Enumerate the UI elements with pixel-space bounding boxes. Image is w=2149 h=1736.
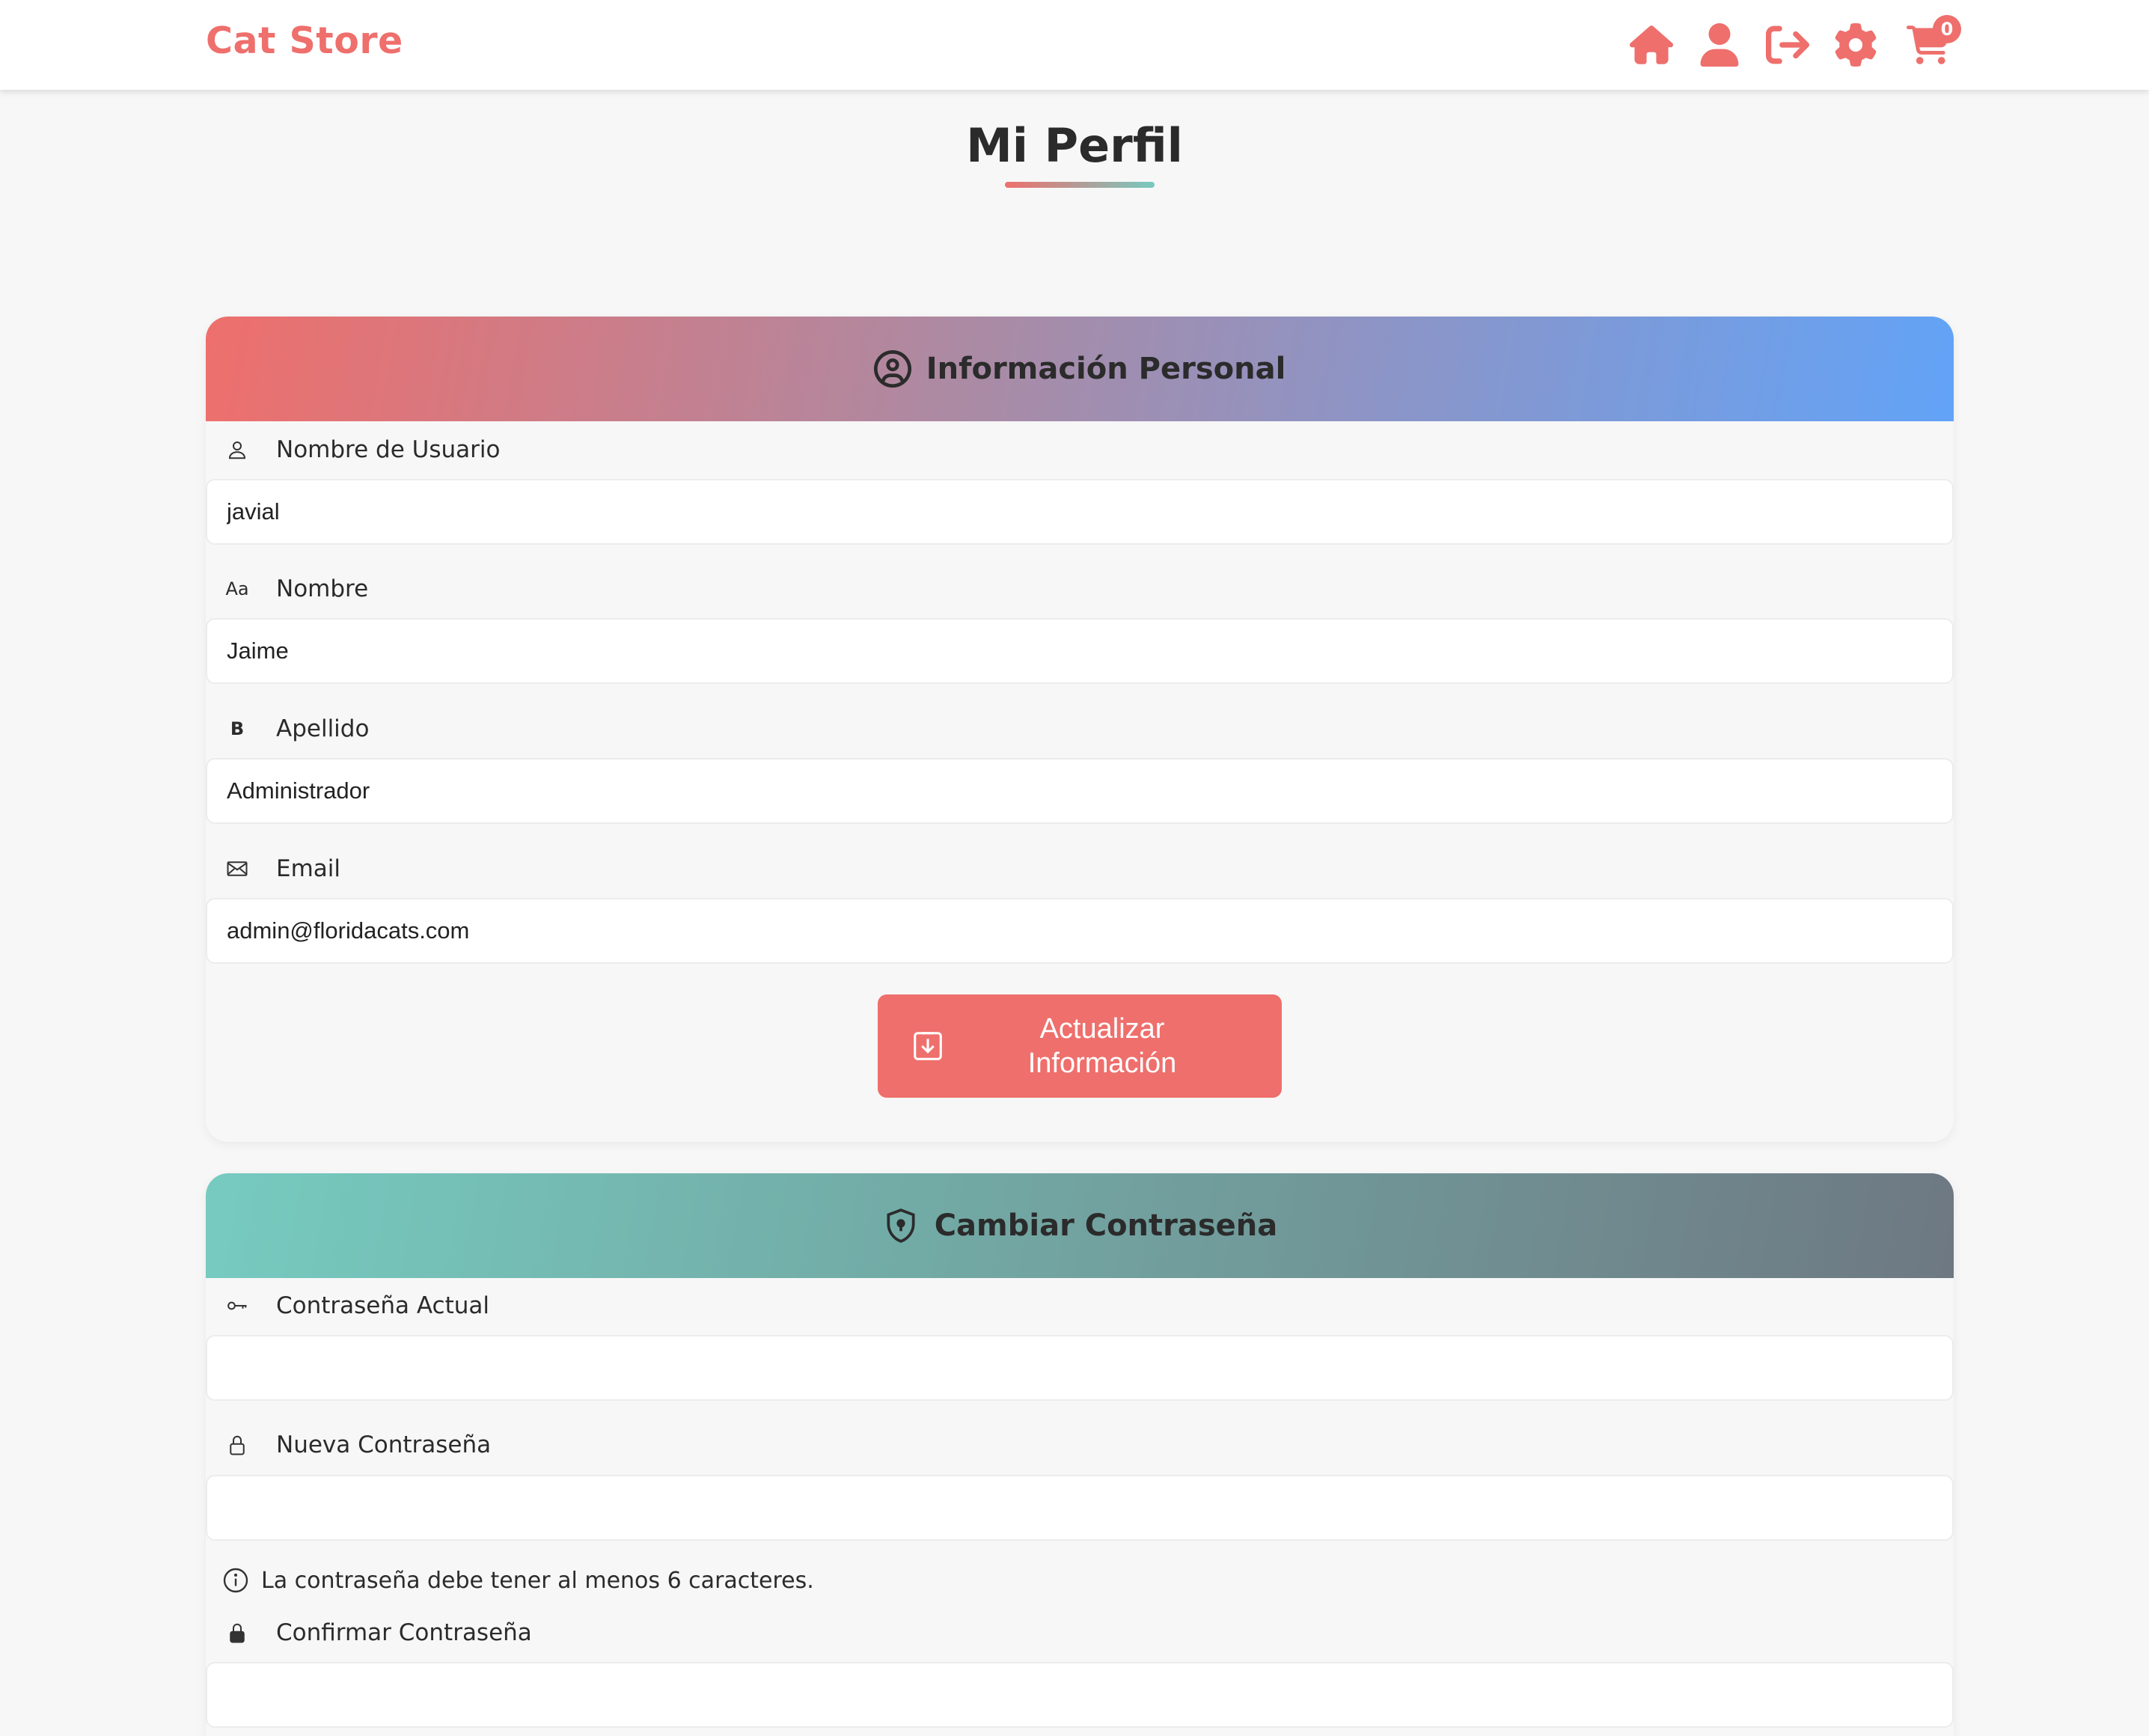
personal-info-card: Información Personal Nombre de Usuario A… [206,317,1954,1142]
username-label-text: Nombre de Usuario [276,436,501,463]
nav-icons: 0 [0,15,2149,69]
lock-closed-icon [215,1622,260,1644]
user-outline-icon [215,438,260,461]
info-icon [223,1568,248,1593]
cart-icon[interactable]: 0 [1904,15,1961,69]
first-name-input[interactable] [206,618,1954,684]
first-name-label-text: Nombre [276,575,369,602]
user-circle-icon [873,350,911,388]
current-password-label: Contraseña Actual [206,1283,489,1328]
shield-lock-icon [887,1208,915,1243]
email-label-text: Email [276,855,341,882]
new-password-label: Nueva Contraseña [206,1422,491,1467]
password-hint-text: La contraseña debe tener al menos 6 cara… [261,1567,814,1594]
home-icon[interactable] [1627,21,1675,69]
navbar: Cat Store 0 [0,0,2149,90]
title-underline [1005,182,1155,188]
cart-count-badge: 0 [1933,15,1961,43]
change-password-title: Cambiar Contraseña [934,1208,1278,1243]
change-password-card: Cambiar Contraseña Contraseña Actual Nue… [206,1173,1954,1736]
download-icon [914,1032,942,1060]
email-label: Email [206,846,340,891]
last-name-label: B Apellido [206,706,370,751]
confirm-password-input[interactable] [206,1662,1954,1728]
bold-b-icon: B [230,718,245,739]
text-aa-icon: Aa [225,578,249,599]
password-hint: La contraseña debe tener al menos 6 cara… [222,1564,814,1597]
lock-open-icon [215,1434,260,1456]
email-input[interactable] [206,898,1954,964]
change-password-header: Cambiar Contraseña [206,1173,1954,1278]
first-name-label: Aa Nombre [206,566,368,611]
personal-info-header: Información Personal [206,317,1954,421]
new-password-input[interactable] [206,1475,1954,1541]
user-icon[interactable] [1696,21,1743,69]
envelope-icon [215,858,260,880]
username-input[interactable] [206,479,1954,545]
settings-icon[interactable] [1832,21,1880,69]
update-info-button-label: Actualizar Información [1027,1013,1177,1079]
username-label: Nombre de Usuario [206,427,500,472]
current-password-input[interactable] [206,1335,1954,1401]
confirm-password-label: Confirmar Contraseña [206,1610,532,1655]
last-name-label-text: Apellido [276,715,370,742]
confirm-password-label-text: Confirmar Contraseña [276,1619,532,1646]
page-title: Mi Perfil [966,118,1183,173]
new-password-label-text: Nueva Contraseña [276,1431,492,1458]
personal-info-title: Información Personal [926,352,1286,386]
current-password-label-text: Contraseña Actual [276,1292,489,1319]
logout-icon[interactable] [1764,21,1812,69]
key-icon [215,1295,260,1317]
update-info-button[interactable]: Actualizar Información [878,994,1282,1098]
last-name-input[interactable] [206,758,1954,824]
